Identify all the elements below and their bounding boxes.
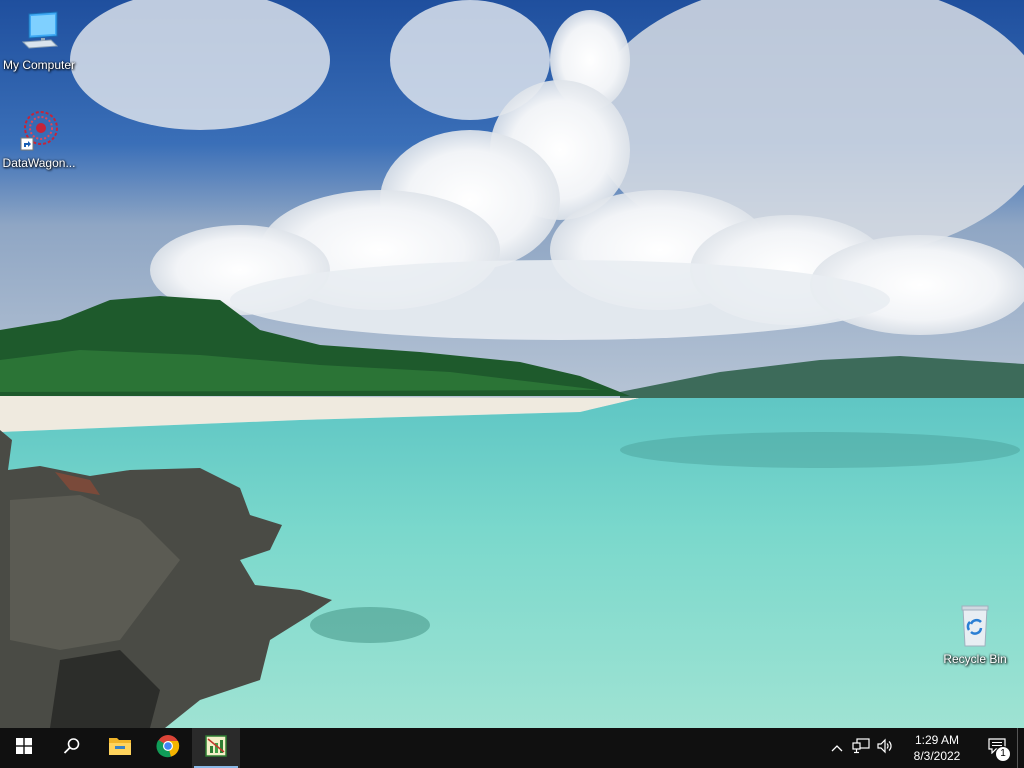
desktop-icon-label: Recycle Bin: [943, 652, 1007, 666]
show-desktop-button[interactable]: [1017, 728, 1024, 768]
spreadsheet-app-icon: [204, 734, 228, 763]
taskbar-chrome[interactable]: [144, 728, 192, 768]
search-icon: [63, 737, 81, 760]
clock-time: 1:29 AM: [914, 733, 960, 747]
windows-start-icon: [16, 737, 32, 759]
desktop-icon-datawagon[interactable]: DataWagon...: [1, 106, 77, 170]
clock-date: 8/3/2022: [913, 749, 961, 763]
network-icon: [852, 737, 870, 759]
chrome-icon: [156, 734, 180, 763]
file-explorer-icon: [108, 735, 132, 762]
chevron-up-icon: [831, 739, 843, 757]
desktop-icon-my-computer[interactable]: My Computer: [1, 8, 77, 72]
show-hidden-icons-button[interactable]: [825, 728, 849, 768]
desktop-wallpaper: [0, 0, 1024, 728]
start-button[interactable]: [0, 728, 48, 768]
taskbar-clock[interactable]: 1:29 AM 8/3/2022: [897, 732, 977, 764]
search-button[interactable]: [48, 728, 96, 768]
system-tray: 1:29 AM 8/3/2022 1: [825, 728, 1024, 768]
desktop-icon-label: DataWagon...: [2, 156, 76, 170]
taskbar: 1:29 AM 8/3/2022 1: [0, 728, 1024, 768]
datawagon-icon: [15, 106, 63, 154]
notification-count-badge: 1: [995, 746, 1011, 762]
desktop-icon-recycle-bin[interactable]: Recycle Bin: [937, 602, 1013, 666]
network-button[interactable]: [849, 728, 873, 768]
desktop-icon-label: My Computer: [2, 58, 76, 72]
taskbar-file-explorer[interactable]: [96, 728, 144, 768]
volume-icon: [876, 738, 894, 759]
taskbar-spreadsheet-app[interactable]: [192, 728, 240, 768]
action-center-button[interactable]: 1: [977, 728, 1017, 768]
recycle-bin-icon: [951, 602, 999, 650]
volume-button[interactable]: [873, 728, 897, 768]
computer-icon: [15, 8, 63, 56]
